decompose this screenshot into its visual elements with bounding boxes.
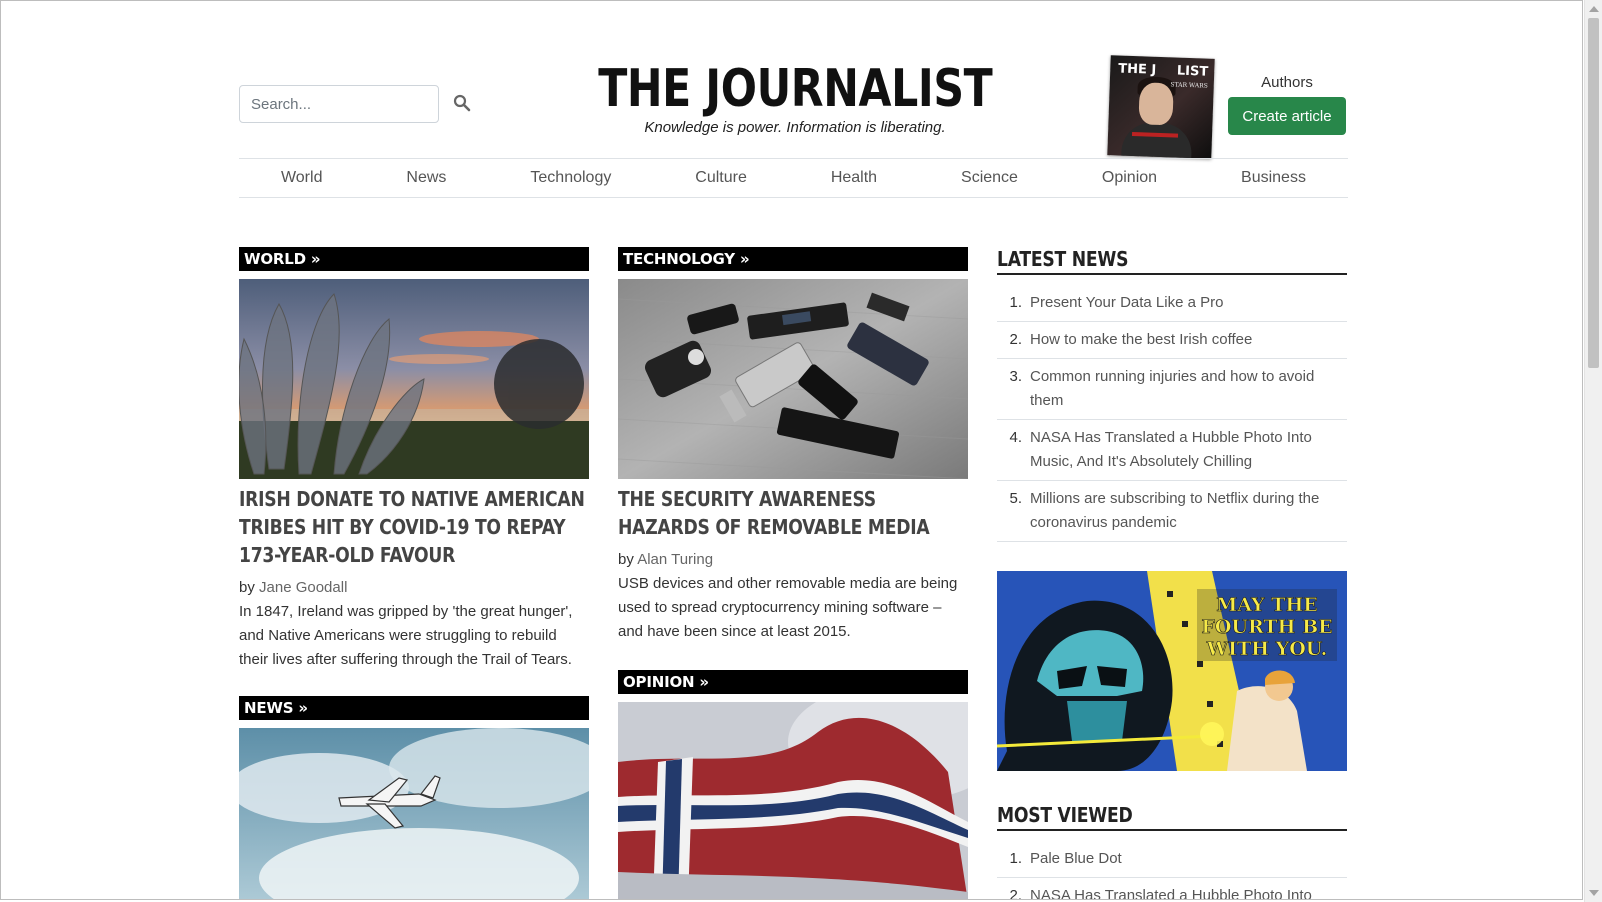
- cover-subtitle: STAR WARS: [1170, 81, 1208, 90]
- svg-text:MAY THE: MAY THE: [1216, 594, 1318, 616]
- list-item: 4. NASA Has Translated a Hubble Photo Int…: [997, 420, 1347, 481]
- nav-item-opinion[interactable]: Opinion: [1102, 169, 1157, 187]
- scrollbar-thumb[interactable]: [1588, 18, 1599, 368]
- world-article-headline[interactable]: Irish donate to Native American tribes h…: [239, 485, 587, 569]
- item-number: 4.: [1009, 429, 1022, 446]
- world-article-byline: by Jane Goodall: [239, 579, 589, 596]
- latest-news-heading: LATEST NEWS: [997, 247, 1347, 275]
- list-item: 1. Pale Blue Dot: [997, 841, 1347, 878]
- main-nav: World News Technology Culture Health Sci…: [239, 158, 1348, 198]
- create-article-button[interactable]: Create article: [1228, 97, 1346, 135]
- nav-item-world[interactable]: World: [281, 169, 323, 187]
- world-article-image[interactable]: [239, 279, 589, 479]
- technology-article-headline[interactable]: The security awareness hazards of remova…: [618, 485, 966, 541]
- most-viewed-link[interactable]: Pale Blue Dot: [1030, 847, 1122, 871]
- nav-item-technology[interactable]: Technology: [530, 169, 611, 187]
- technology-article-byline: by Alan Turing: [618, 551, 968, 568]
- latest-news-link[interactable]: Millions are subscribing to Netflix duri…: [1030, 487, 1347, 535]
- vertical-scrollbar[interactable]: [1584, 0, 1602, 902]
- cover-title-left: THE J: [1118, 61, 1157, 78]
- world-article-author-link[interactable]: Jane Goodall: [259, 579, 347, 596]
- opinion-article-image[interactable]: [618, 702, 968, 899]
- nav-item-health[interactable]: Health: [831, 169, 877, 187]
- magazine-cover-image[interactable]: THE J LIST STAR WARS: [1107, 55, 1215, 159]
- list-item: 2. How to make the best Irish coffee: [997, 322, 1347, 359]
- technology-article-author-link[interactable]: Alan Turing: [637, 551, 713, 568]
- nav-item-business[interactable]: Business: [1241, 169, 1306, 187]
- section-header-world[interactable]: WORLD »: [239, 247, 589, 271]
- item-number: 1.: [1009, 294, 1022, 311]
- technology-article-image[interactable]: [618, 279, 968, 479]
- most-viewed-list: 1. Pale Blue Dot 2. NASA Has Translated a …: [997, 841, 1347, 900]
- news-article-image[interactable]: [239, 728, 589, 899]
- list-item: 3. Common running injuries and how to avo…: [997, 359, 1347, 420]
- svg-text:FOURTH BE: FOURTH BE: [1201, 616, 1332, 638]
- item-number: 1.: [1009, 850, 1022, 867]
- svg-text:WITH YOU.: WITH YOU.: [1206, 638, 1328, 660]
- list-item: 2. NASA Has Translated a Hubble Photo Int…: [997, 878, 1347, 900]
- item-number: 2.: [1009, 887, 1022, 900]
- item-number: 3.: [1009, 368, 1022, 385]
- item-number: 2.: [1009, 331, 1022, 348]
- latest-news-link[interactable]: Present Your Data Like a Pro: [1030, 291, 1223, 315]
- section-header-technology[interactable]: TECHNOLOGY »: [618, 247, 968, 271]
- scroll-down-arrow-icon[interactable]: [1589, 890, 1599, 896]
- site-tagline: Knowledge is power. Information is liber…: [644, 119, 946, 136]
- most-viewed-heading: MOST VIEWED: [997, 803, 1347, 831]
- column-right: LATEST NEWS 1. Present Your Data Like a P…: [997, 247, 1347, 900]
- list-item: 1. Present Your Data Like a Pro: [997, 285, 1347, 322]
- nav-item-science[interactable]: Science: [961, 169, 1018, 187]
- search-icon[interactable]: [453, 94, 473, 114]
- most-viewed-link[interactable]: NASA Has Translated a Hubble Photo Into …: [1030, 884, 1347, 899]
- list-item: 5. Millions are subscribing to Netflix du…: [997, 481, 1347, 542]
- byline-prefix: by: [618, 551, 634, 568]
- latest-news-list: 1. Present Your Data Like a Pro 2. How to …: [997, 285, 1347, 542]
- browser-viewport: THE JOURNALIST Knowledge is power. Infor…: [0, 0, 1583, 900]
- latest-news-link[interactable]: How to make the best Irish coffee: [1030, 328, 1252, 352]
- latest-news-heading-text: LATEST NEWS: [997, 247, 1129, 271]
- cover-title: THE J LIST: [1118, 61, 1208, 79]
- search-input[interactable]: [239, 85, 439, 123]
- most-viewed-heading-text: MOST VIEWED: [997, 803, 1133, 827]
- may-the-fourth-ad-banner[interactable]: MAY THE FOURTH BE WITH YOU.: [997, 571, 1347, 771]
- nav-item-culture[interactable]: Culture: [695, 169, 747, 187]
- masthead: THE JOURNALIST Knowledge is power. Infor…: [555, 57, 1035, 136]
- byline-prefix: by: [239, 579, 255, 596]
- cover-title-right: LIST: [1176, 63, 1209, 80]
- section-header-news[interactable]: NEWS »: [239, 696, 589, 720]
- technology-article-excerpt: USB devices and other removable media ar…: [618, 575, 958, 640]
- world-article-excerpt: In 1847, Ireland was gripped by 'the gre…: [239, 603, 573, 668]
- site-logo[interactable]: THE JOURNALIST: [598, 57, 993, 121]
- column-middle: TECHNOLOGY » THE SECURITY AWARENESS HAZA…: [618, 247, 968, 899]
- cover-figure-face: [1138, 82, 1174, 126]
- latest-news-link[interactable]: NASA Has Translated a Hubble Photo Into …: [1030, 426, 1347, 474]
- scroll-up-arrow-icon[interactable]: [1589, 6, 1599, 12]
- section-header-opinion[interactable]: OPINION »: [618, 670, 968, 694]
- column-left: WORLD » IRISH DONATE TO NATIVE AMERICAN …: [239, 247, 589, 899]
- item-number: 5.: [1009, 490, 1022, 507]
- latest-news-link[interactable]: Common running injuries and how to avoid…: [1030, 365, 1347, 413]
- nav-item-news[interactable]: News: [406, 169, 446, 187]
- authors-link[interactable]: Authors: [1229, 74, 1345, 91]
- cover-figure-shirt: [1121, 121, 1193, 159]
